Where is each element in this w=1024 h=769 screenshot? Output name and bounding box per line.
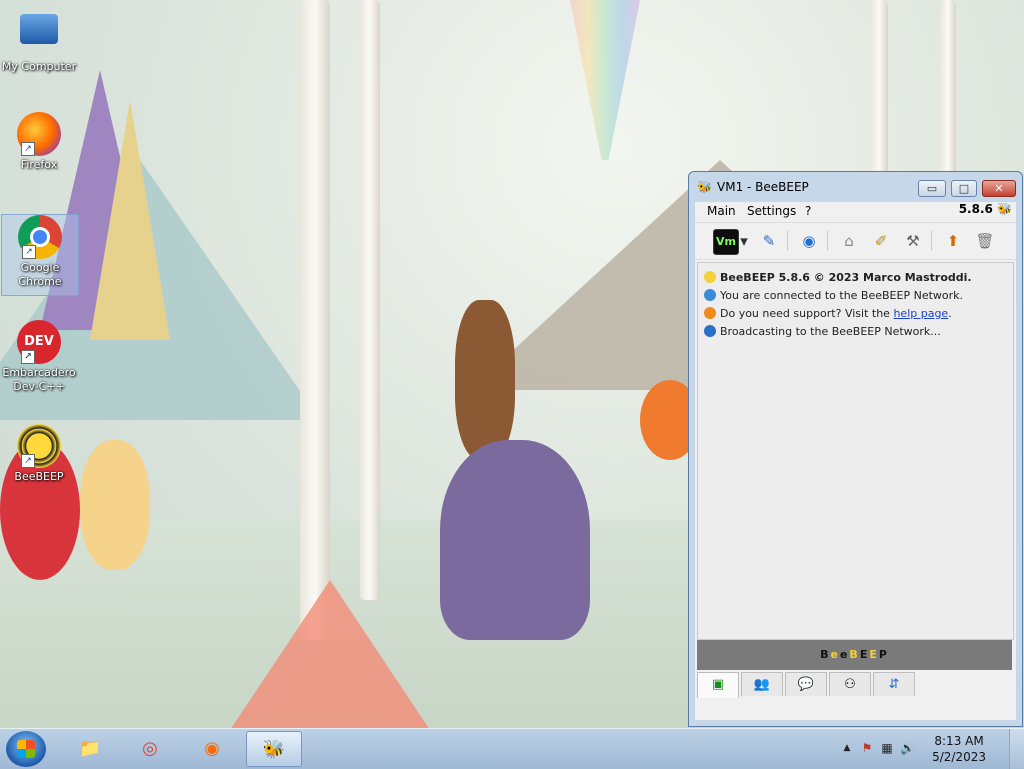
firefox-icon: ◉ [204,738,220,759]
desktop-icon-label: Firefox [20,158,58,171]
note-icon[interactable]: ✐ [869,229,893,253]
window-client: Main Settings ? 5.8.6 🐝 Vm ▾ ✎ ◉ ⌂ ✐ ⚒ ⬆… [695,202,1016,720]
network-tray-icon[interactable]: ▦ [880,741,894,755]
wallpaper-rays [570,0,640,160]
chrome-icon: ↗ [18,215,62,259]
clock[interactable]: 8:13 AM 5/2/2023 [932,733,986,765]
start-button[interactable] [6,731,46,767]
bottom-tabbar: ▣ 👥 💬 ⚇ ⇵ [697,672,1012,698]
desktop-icon-beebeep[interactable]: ↗ BeeBEEP [1,424,77,484]
trash-icon[interactable]: 🗑 [973,229,997,253]
tools-icon[interactable]: ⚒ [901,229,925,253]
minimize-button[interactable]: ▭ [918,180,946,197]
status-vm-icon[interactable]: Vm [713,229,739,255]
show-hidden-icons-icon[interactable]: ▲ [840,741,854,755]
taskbar: 📁 ◎ ◉ 🐝 ▲ ⚑ ▦ 🔊 8:13 AM 5/2/2023 [0,728,1024,769]
chrome-icon: ◎ [142,738,158,759]
maximize-button[interactable]: □ [951,180,977,197]
home-icon[interactable]: ⌂ [837,229,861,253]
bee-icon [704,271,716,283]
toolbar: Vm ▾ ✎ ◉ ⌂ ✐ ⚒ ⬆ 🗑 [695,222,1016,260]
wallpaper-tree [300,0,330,640]
computer-icon [17,14,61,58]
desktop-icon-my-computer[interactable]: My Computer [1,8,77,74]
bee-small-icon: 🐝 [997,202,1012,216]
desktop-icon-label: BeeBEEP [14,470,64,483]
tab-users[interactable]: 👥 [741,672,783,696]
chat-icon: 💬 [797,677,815,692]
wallpaper-doll [80,440,150,570]
log-line: Do you need support? Visit the help page… [704,307,952,320]
wallpaper-mouse-figure [440,440,590,640]
close-button[interactable]: ✕ [982,180,1016,197]
log-line: BeeBEEP 5.8.6 © 2023 Marco Mastroddi. [704,271,972,284]
window-titlebar[interactable]: 🐝 VM1 - BeeBEEP ▭ □ ✕ [689,172,1022,202]
desktop-icon-label: My Computer [1,60,77,73]
toolbar-separator [787,231,788,251]
groups-icon: ⚇ [844,677,856,692]
version-label: 5.8.6 🐝 [958,202,1012,216]
wallpaper-tree [360,0,380,600]
wallpaper-tree [940,0,956,180]
help-page-link[interactable]: help page [893,307,948,320]
wallpaper-peak-yellow [90,100,170,340]
edit-profile-icon[interactable]: ✎ [757,229,781,253]
shortcut-arrow-icon: ↗ [21,350,35,364]
beebeep-icon: ↗ [17,424,61,468]
log-line: You are connected to the BeeBEEP Network… [704,289,963,302]
shortcut-arrow-icon: ↗ [21,454,35,468]
status-dropdown-icon[interactable]: ▾ [737,229,751,253]
home-tab-icon: ▣ [711,677,725,692]
folder-icon: 📁 [78,738,102,759]
tab-files[interactable]: ⇵ [873,672,915,696]
update-icon[interactable]: ⬆ [941,229,965,253]
network-icon[interactable]: ◉ [797,229,821,253]
tab-groups[interactable]: ⚇ [829,672,871,696]
tab-chats[interactable]: 💬 [785,672,827,696]
devcpp-icon: DEV ↗ [17,320,61,364]
windows-logo-icon [17,740,35,758]
menu-settings[interactable]: Settings [747,204,796,218]
desktop-icon-label: Embarcadero Dev-C++ [2,366,76,393]
shortcut-arrow-icon: ↗ [21,142,35,156]
wallpaper-bear [455,300,515,460]
clock-time: 8:13 AM [934,734,984,748]
network-status-icon [704,289,716,301]
users-icon: 👥 [753,677,771,692]
shortcut-arrow-icon: ↗ [22,245,36,259]
tab-home[interactable]: ▣ [697,672,739,698]
log-line: Broadcasting to the BeeBEEP Network... [704,325,941,338]
window-title: VM1 - BeeBEEP [717,180,809,194]
firefox-icon: ↗ [17,112,61,156]
beebeep-icon: 🐝 [262,739,286,760]
bee-app-icon: 🐝 [697,180,712,194]
beebeep-window[interactable]: 🐝 VM1 - BeeBEEP ▭ □ ✕ Main Settings ? 5.… [688,171,1023,727]
wallpaper-tree [870,0,888,200]
show-desktop-button[interactable] [1009,729,1024,769]
volume-icon[interactable]: 🔊 [900,741,915,755]
chat-log[interactable]: BeeBEEP 5.8.6 © 2023 Marco Mastroddi. Yo… [697,262,1014,640]
action-center-flag-icon[interactable]: ⚑ [860,741,874,755]
brand-banner: BeeBEEP [697,640,1012,670]
clock-date: 5/2/2023 [932,750,986,764]
toolbar-separator [827,231,828,251]
toolbar-separator [931,231,932,251]
taskbar-chrome[interactable]: ◎ [122,731,178,767]
system-tray: ▲ ⚑ ▦ 🔊 8:13 AM 5/2/2023 [834,729,1024,769]
taskbar-firefox[interactable]: ◉ [184,731,240,767]
menu-help[interactable]: ? [805,204,811,218]
taskbar-explorer[interactable]: 📁 [62,731,118,767]
taskbar-beebeep[interactable]: 🐝 [246,731,302,767]
desktop-icon-label: Google Chrome [18,261,62,288]
desktop-icon-google-chrome[interactable]: ↗ Google Chrome [1,214,79,296]
menu-bar: Main Settings ? 5.8.6 🐝 [695,202,1016,222]
support-icon [704,307,716,319]
desktop-icon-devcpp[interactable]: DEV ↗ Embarcadero Dev-C++ [1,320,77,394]
desktop-icon-firefox[interactable]: ↗ Firefox [1,112,77,172]
file-transfer-icon: ⇵ [888,677,900,692]
menu-main[interactable]: Main [707,204,736,218]
broadcast-icon [704,325,716,337]
